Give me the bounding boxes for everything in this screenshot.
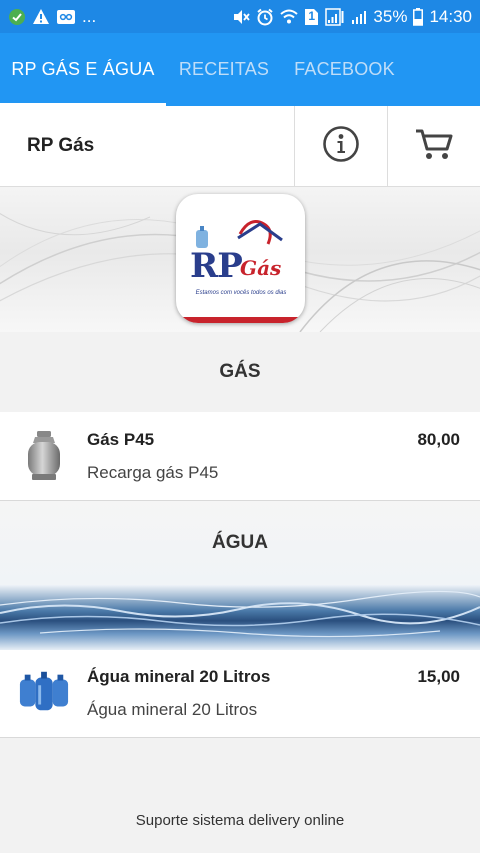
product-item-gas-p45[interactable]: Gás P45 Recarga gás P45 80,00 [0,412,480,501]
footer-support-text: Suporte sistema delivery online [135,812,345,829]
product-name: Gás P45 [87,430,155,449]
store-logo: RP Gás Estamos com vocês todos os dias [176,194,305,323]
water-jugs-icon [18,666,70,718]
section-header-agua: ÁGUA [0,501,480,585]
cart-icon [414,127,454,166]
logo-tagline: Estamos com vocês todos os dias [195,290,287,296]
info-button[interactable] [294,106,387,186]
signal-bars-icon [351,9,367,25]
cart-button[interactable] [387,106,480,186]
logo-text-rp: RP [190,246,243,286]
status-bar: ... 1 35% 14:30 [0,0,480,33]
product-item-agua-mineral[interactable]: Água mineral 20 Litros Água mineral 20 L… [0,650,480,738]
wifi-icon [280,9,299,25]
product-name: Água mineral 20 Litros [87,667,271,686]
product-description: Recarga gás P45 [87,463,219,482]
tab-bar: RP GÁS E ÁGUA RECEITAS FACEBOOK [0,33,480,106]
logo-bottom-bar [176,317,305,323]
clock: 14:30 [429,6,472,26]
gas-cylinder-icon [18,430,70,482]
sim-icon: 1 [304,8,319,26]
logo-house-icon [196,220,283,248]
section-header-gas: GÁS [0,332,480,412]
signal-icon [325,7,345,26]
mute-icon [232,8,251,26]
battery-icon [413,7,424,26]
store-header: RP Gás [0,106,480,187]
status-bar-system: 1 35% 14:30 [232,7,472,27]
product-price: 15,00 [417,667,460,686]
store-title: RP Gás [27,135,95,156]
warning-icon [32,8,50,25]
product-description: Água mineral 20 Litros [87,700,258,719]
status-dots: ... [82,6,97,26]
check-circle-icon [8,8,26,26]
tab-receitas[interactable]: RECEITAS [166,33,282,106]
store-banner: RP Gás Estamos com vocês todos os dias [0,187,480,332]
tab-facebook[interactable]: FACEBOOK [282,33,407,106]
voicemail-icon [56,9,76,25]
battery-percent: 35% [373,6,408,26]
logo-text-gas: Gás [240,256,282,280]
sim-number: 1 [308,8,316,23]
water-wave-image [0,590,480,638]
tab-rp-gas-e-agua[interactable]: RP GÁS E ÁGUA [0,33,166,106]
water-banner [0,585,480,650]
product-price: 80,00 [417,430,460,449]
info-icon [322,125,360,168]
alarm-icon [256,8,274,26]
status-bar-notifications: ... [8,7,96,27]
